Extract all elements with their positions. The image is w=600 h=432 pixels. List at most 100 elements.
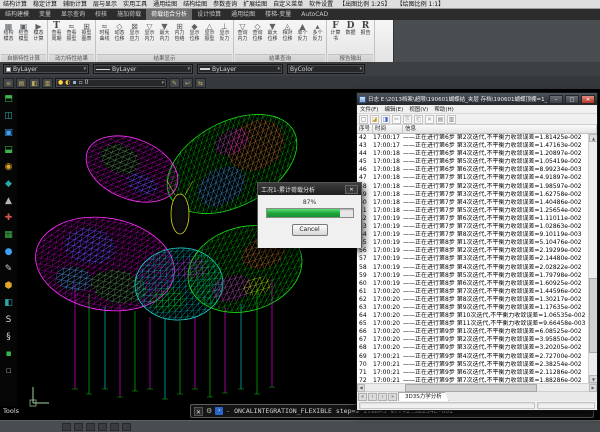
modal-table-button[interactable]: ▦结构模态 [1, 21, 16, 42]
close-icon[interactable]: ✕ [345, 185, 358, 194]
paste-icon[interactable]: ⎗ [414, 115, 423, 124]
log-row[interactable]: 4517:00:18——正在进行第6步 第5次迭代,不平衡力收敛误差=1.054… [357, 158, 597, 166]
properties-icon[interactable]: ▤ [436, 115, 445, 124]
log-row[interactable]: 4817:00:18——正在进行第7步 第2次迭代,不平衡力收敛误差=1.985… [357, 183, 597, 191]
close-icon[interactable]: ✕ [194, 407, 203, 416]
log-row[interactable]: 6517:00:20——正在进行第8步 第11次迭代,不平衡力收敛误差=9.66… [357, 320, 597, 328]
ribbon-tab[interactable]: 通用绘图 [226, 9, 260, 20]
vertical-scroll-thumb[interactable] [589, 278, 597, 353]
log-row[interactable]: 5817:00:19——正在进行第8步 第4次迭代,不平衡力收敛误差=2.028… [357, 264, 597, 272]
close-button[interactable]: ✕ [581, 95, 595, 104]
menu-item[interactable]: 参数查询 [210, 0, 240, 9]
first-tab-icon[interactable]: « [358, 393, 367, 401]
solid-box-tool-icon[interactable]: ⬒ [1, 90, 16, 107]
time-history-button[interactable]: ≈时程曲线 [97, 21, 112, 42]
diamond-node-tool-icon[interactable]: ◆ [1, 175, 16, 192]
log-row[interactable]: 6717:00:20——正在进行第9步 第2次迭代,不平衡力收敛误差=3.958… [357, 336, 597, 344]
menu-item[interactable]: 【绘图比例 1:1】 [394, 0, 448, 9]
view-period-button[interactable]: T查看周期 [49, 21, 64, 42]
log-row[interactable]: 5917:00:19——正在进行第8步 第5次迭代,不平衡力收敛误差=1.797… [357, 272, 597, 280]
view-mode-shape-button[interactable]: ≈查看振型 [64, 21, 79, 42]
plotstyle-combo[interactable]: ByColor ▾ [287, 64, 365, 74]
ribbon-tab[interactable]: AutoCAD [296, 9, 333, 20]
menu-item[interactable]: 稳定计算 [30, 0, 60, 9]
ribbon-tab[interactable]: 设计验算 [192, 9, 226, 20]
log-row[interactable]: 4717:00:18——正在进行第7步 第1次迭代,不平衡力收敛误差=4.918… [357, 174, 597, 182]
make-layer-current-icon[interactable]: ✎ [169, 78, 180, 88]
ribbon-tab[interactable]: 楼梯-变量 [260, 9, 296, 20]
ribbon-tab[interactable]: 校核 [90, 9, 112, 20]
menu-item[interactable]: 实用工具 [120, 0, 150, 9]
log-row[interactable]: 4317:00:17——正在进行第6步 第3次迭代,不平衡力收敛误差=1.471… [357, 142, 597, 150]
log-row[interactable]: 5117:00:18——正在进行第7步 第5次迭代,不平衡力收敛误差=1.256… [357, 207, 597, 215]
layer-freeze-icon[interactable]: ▥ [42, 78, 53, 88]
ribbon-tab[interactable]: 变量 [34, 9, 56, 20]
otrack-toggle[interactable] [122, 423, 131, 431]
query-disp-button[interactable]: ◇查询位移 [250, 21, 265, 42]
log-row[interactable]: 6417:00:20——正在进行第8步 第10次迭代,不平衡力收敛误差=1.06… [357, 312, 597, 320]
multi-reaction-button[interactable]: ▴多个反力 [310, 21, 325, 42]
save-log-icon[interactable]: ◨ [381, 115, 390, 124]
single-reaction-button[interactable]: ▲单个反力 [295, 21, 310, 42]
menu-item[interactable]: 通用绘图 [150, 0, 180, 9]
scroll-down-icon[interactable]: ▼ [589, 375, 597, 383]
osnap-toggle[interactable] [110, 423, 119, 431]
layer-isolate-icon[interactable]: ◧ [29, 78, 40, 88]
customize-icon[interactable]: ⚙ [206, 407, 212, 415]
delete-icon[interactable]: ✕ [425, 115, 434, 124]
cancel-button[interactable]: Cancel [292, 224, 328, 236]
log-row[interactable]: 6217:00:20——正在进行第8步 第8次迭代,不平衡力收敛误差=1.302… [357, 296, 597, 304]
layer-previous-icon[interactable]: ↩ [182, 78, 193, 88]
last-tab-icon[interactable]: » [388, 393, 397, 401]
column-header-message[interactable]: 信息 [403, 125, 597, 133]
edit-tool-icon[interactable]: ✎ [1, 260, 16, 277]
ribbon-tab[interactable]: 荷载组合分析 [146, 9, 192, 20]
grid-panel-tool-icon[interactable]: ▣ [1, 124, 16, 141]
sphere-tool-icon[interactable]: ◉ [1, 158, 16, 175]
layer-manager-icon[interactable]: ≡ [3, 78, 14, 88]
log-row[interactable]: 6917:00:21——正在进行第9步 第4次迭代,不平衡力收敛误差=2.727… [357, 353, 597, 361]
log-row[interactable]: 4217:00:17——正在进行第6步 第2次迭代,不平衡力收敛误差=1.814… [357, 134, 597, 142]
column-header-id[interactable]: 序号 [357, 125, 373, 133]
cut-icon[interactable]: ✂ [392, 115, 401, 124]
max-force-button[interactable]: ▼最大内力 [157, 21, 172, 42]
log-menu-item[interactable]: 编辑(E) [381, 105, 406, 113]
log-row[interactable]: 4917:00:18——正在进行第7步 第3次迭代,不平衡力收敛误差=1.627… [357, 191, 597, 199]
log-row[interactable]: 6017:00:19——正在进行第8步 第6次迭代,不平衡力收敛误差=1.609… [357, 280, 597, 288]
column-header-time[interactable]: 时间 [373, 125, 403, 133]
new-log-icon[interactable]: ▢ [359, 115, 368, 124]
polar-toggle[interactable] [98, 423, 107, 431]
check-model-button[interactable]: ▣检查模型 [16, 21, 31, 42]
log-sheet-tab[interactable]: 3D3S力学分析 [398, 392, 449, 401]
force-envelope-button[interactable]: ⊞内力包络 [172, 21, 187, 42]
max-disp-button[interactable]: ▼最大位移 [265, 21, 280, 42]
lineweight-combo[interactable]: ByLayer ▾ [197, 64, 283, 74]
grid-toggle[interactable] [74, 423, 83, 431]
menu-item[interactable]: 自定义菜单 [270, 0, 306, 9]
menu-item[interactable]: 扩展绘图 [240, 0, 270, 9]
log-row[interactable]: 5317:00:19——正在进行第7步 第7次迭代,不平衡力收敛误差=1.028… [357, 223, 597, 231]
snap-toggle[interactable] [62, 423, 71, 431]
linetype-combo[interactable]: ByLayer ▾ [93, 64, 193, 74]
open-log-icon[interactable]: ◪ [370, 115, 379, 124]
prev-tab-icon[interactable]: ‹ [368, 393, 377, 401]
layer-states-icon[interactable]: ▤ [16, 78, 27, 88]
log-row[interactable]: 6317:00:20——正在进行第8步 第9次迭代,不平衡力收敛误差=1.176… [357, 304, 597, 312]
log-menu-item[interactable]: 视图(V) [406, 105, 431, 113]
log-row[interactable]: 6817:00:20——正在进行第9步 第3次迭代,不平衡力收敛误差=3.202… [357, 344, 597, 352]
menu-item[interactable]: 结构绘图 [180, 0, 210, 9]
maximize-button[interactable]: □ [565, 95, 579, 104]
ortho-toggle[interactable] [86, 423, 95, 431]
spline-tool-icon[interactable]: S [1, 311, 16, 328]
log-row[interactable]: 5717:00:19——正在进行第8步 第3次迭代,不平衡力收敛误差=2.144… [357, 255, 597, 263]
log-row[interactable]: 5617:00:19——正在进行第8步 第2次迭代,不平衡力收敛误差=2.192… [357, 247, 597, 255]
vertical-scrollbar[interactable]: ▲ ▼ [588, 134, 597, 383]
solid-slab-tool-icon[interactable]: ◫ [1, 107, 16, 124]
cone-tool-icon[interactable]: ▲ [1, 192, 16, 209]
log-row[interactable]: 5417:00:19——正在进行第7步 第8次迭代,不平衡力收敛误差=9.101… [357, 231, 597, 239]
show-reaction-button[interactable]: ⊥显示反力 [217, 21, 232, 42]
minimize-button[interactable]: – [549, 95, 563, 104]
log-row[interactable]: 6117:00:20——正在进行第8步 第7次迭代,不平衡力收敛误差=1.445… [357, 288, 597, 296]
log-row[interactable]: 7117:00:21——正在进行第9步 第6次迭代,不平衡力收敛误差=2.112… [357, 369, 597, 377]
section-tool-icon[interactable]: § [1, 328, 16, 345]
